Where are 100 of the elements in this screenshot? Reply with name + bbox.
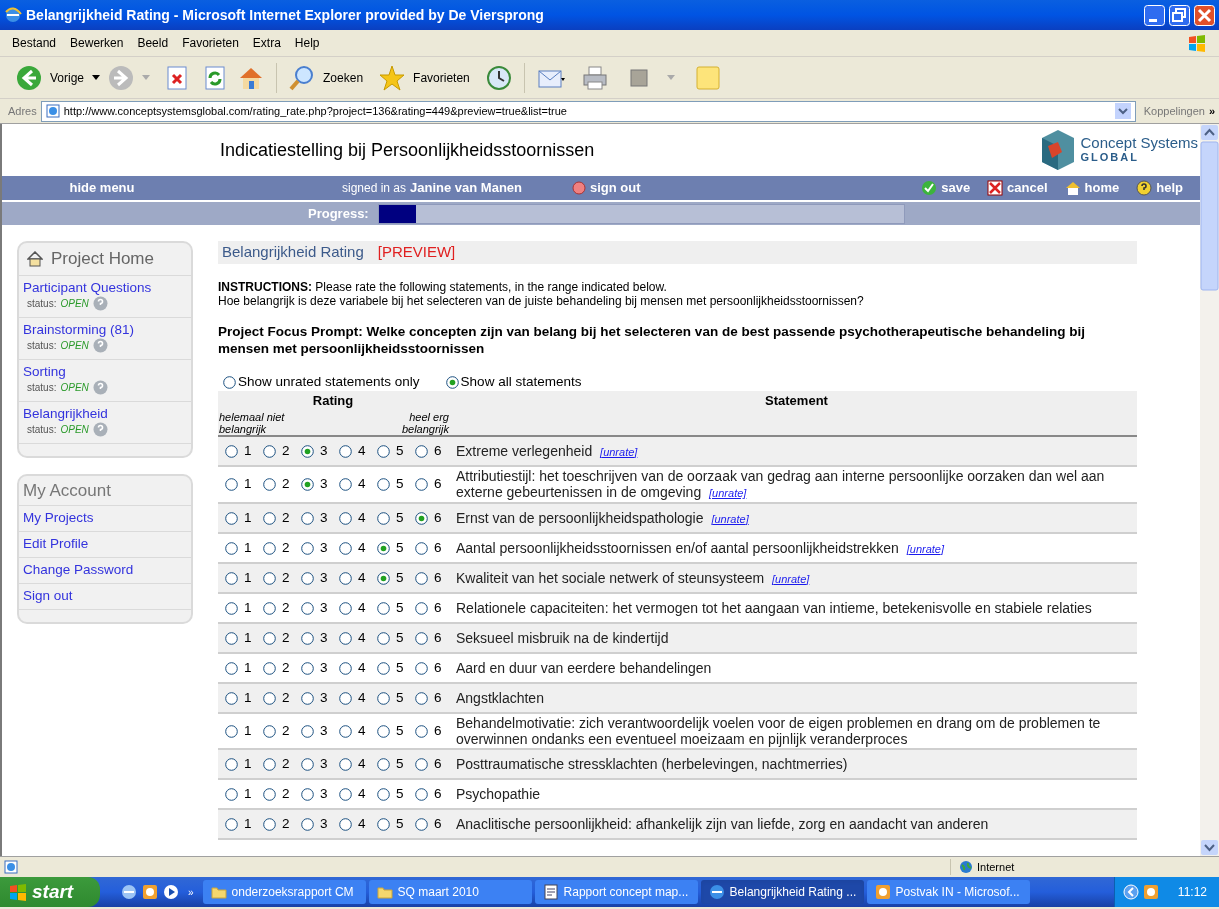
taskbar-button[interactable]: Belangrijkheid Rating ... xyxy=(700,880,864,904)
radio-button[interactable] xyxy=(301,661,314,675)
radio-button[interactable] xyxy=(377,691,390,705)
search-icon[interactable] xyxy=(289,64,316,91)
radio-button[interactable] xyxy=(339,571,352,585)
radio-button[interactable] xyxy=(225,757,238,771)
menu-item[interactable]: Help xyxy=(294,34,320,52)
menu-item[interactable]: Bewerken xyxy=(70,34,124,52)
menu-item[interactable]: Favorieten xyxy=(182,34,239,52)
sidebar-link[interactable]: Brainstorming (81) xyxy=(23,321,187,338)
radio-button[interactable] xyxy=(225,661,238,675)
radio-button[interactable] xyxy=(415,541,428,555)
stop-icon[interactable] xyxy=(166,65,189,90)
sidebar-link[interactable]: Sign out xyxy=(19,584,191,610)
radio-button[interactable] xyxy=(377,817,390,831)
radio-button[interactable] xyxy=(263,631,276,645)
radio-button[interactable] xyxy=(225,571,238,585)
radio-button[interactable] xyxy=(301,817,314,831)
radio-button[interactable] xyxy=(377,601,390,615)
more-button[interactable]: » xyxy=(188,884,194,900)
radio-button[interactable] xyxy=(225,541,238,555)
taskbar-button[interactable]: Rapport concept map... xyxy=(534,880,698,904)
unrate-link[interactable]: [unrate] xyxy=(709,487,747,499)
radio-button[interactable] xyxy=(415,601,428,615)
radio-button[interactable] xyxy=(225,691,238,705)
unrate-link[interactable]: [unrate] xyxy=(711,512,749,525)
radio-button[interactable] xyxy=(301,511,314,525)
radio-button[interactable] xyxy=(263,478,276,491)
radio-button[interactable] xyxy=(301,787,314,801)
radio-button[interactable] xyxy=(339,661,352,675)
radio-button[interactable] xyxy=(263,817,276,831)
back-label[interactable]: Vorige xyxy=(50,68,85,87)
scroll-thumb[interactable] xyxy=(1200,141,1219,291)
taskbar-button[interactable]: SQ maart 2010 xyxy=(368,880,532,904)
radio-button[interactable] xyxy=(339,478,352,491)
close-button[interactable] xyxy=(1194,4,1215,26)
radio-button[interactable] xyxy=(263,724,276,738)
radio-button[interactable] xyxy=(339,541,352,555)
radio-button[interactable] xyxy=(415,724,428,738)
radio-button[interactable] xyxy=(263,444,276,458)
radio-button[interactable] xyxy=(225,601,238,615)
radio-button[interactable] xyxy=(377,541,390,555)
radio-button[interactable] xyxy=(339,817,352,831)
radio-button[interactable] xyxy=(225,444,238,458)
radio-button[interactable] xyxy=(377,787,390,801)
radio-button[interactable] xyxy=(377,478,390,491)
radio-button[interactable] xyxy=(301,691,314,705)
sidebar-link[interactable]: Edit Profile xyxy=(19,532,191,558)
sidebar-link[interactable]: Participant Questions xyxy=(23,279,187,296)
radio-button[interactable] xyxy=(415,631,428,645)
home-link[interactable]: home xyxy=(1064,178,1120,198)
favorites-label[interactable]: Favorieten xyxy=(413,68,470,87)
help-link[interactable]: help xyxy=(1136,178,1183,198)
radio-button[interactable] xyxy=(223,375,236,389)
refresh-icon[interactable] xyxy=(204,65,227,90)
radio-button[interactable] xyxy=(415,444,428,458)
radio-button[interactable] xyxy=(339,511,352,525)
radio-button[interactable] xyxy=(377,571,390,585)
sign-out-link[interactable]: sign out xyxy=(572,178,641,198)
radio-button[interactable] xyxy=(377,444,390,458)
printer-icon[interactable] xyxy=(580,64,609,91)
radio-button[interactable] xyxy=(225,631,238,645)
radio-button[interactable] xyxy=(301,631,314,645)
radio-button[interactable] xyxy=(377,631,390,645)
radio-button[interactable] xyxy=(339,787,352,801)
radio-button[interactable] xyxy=(263,511,276,525)
radio-button[interactable] xyxy=(377,757,390,771)
search-label[interactable]: Zoeken xyxy=(323,68,364,87)
unrate-link[interactable]: [unrate] xyxy=(772,572,810,585)
star-icon[interactable] xyxy=(379,64,406,91)
minimize-button[interactable] xyxy=(1144,4,1165,26)
radio-button[interactable] xyxy=(263,691,276,705)
menu-item[interactable]: Bestand xyxy=(12,34,57,52)
radio-button[interactable] xyxy=(263,541,276,555)
menu-item[interactable]: Beeld xyxy=(137,34,169,52)
save-link[interactable]: save xyxy=(921,178,971,198)
radio-button[interactable] xyxy=(225,478,238,491)
history-icon[interactable] xyxy=(485,64,512,91)
radio-button[interactable] xyxy=(339,691,352,705)
radio-button[interactable] xyxy=(415,691,428,705)
radio-button[interactable] xyxy=(339,444,352,458)
radio-button[interactable] xyxy=(377,724,390,738)
radio-button[interactable] xyxy=(225,787,238,801)
taskbar-button[interactable]: Postvak IN - Microsof... xyxy=(866,880,1030,904)
unrate-link[interactable]: [unrate] xyxy=(906,542,945,555)
taskbar-button[interactable]: onderzoeksrapport CM xyxy=(202,880,366,904)
dropdown-icon[interactable] xyxy=(92,74,101,81)
radio-button[interactable] xyxy=(263,601,276,615)
radio-button[interactable] xyxy=(445,375,459,389)
menu-item[interactable]: Extra xyxy=(252,34,281,52)
radio-button[interactable] xyxy=(339,724,352,738)
cancel-link[interactable]: cancel xyxy=(987,178,1048,198)
radio-button[interactable] xyxy=(301,478,314,491)
radio-button[interactable] xyxy=(263,661,276,675)
radio-button[interactable] xyxy=(415,511,428,525)
links-button[interactable]: Koppelingen xyxy=(1143,102,1205,120)
radio-button[interactable] xyxy=(377,511,390,525)
sidebar-link[interactable]: My Projects xyxy=(19,506,191,532)
radio-button[interactable] xyxy=(415,571,428,585)
unrate-link[interactable]: [unrate] xyxy=(600,445,638,458)
